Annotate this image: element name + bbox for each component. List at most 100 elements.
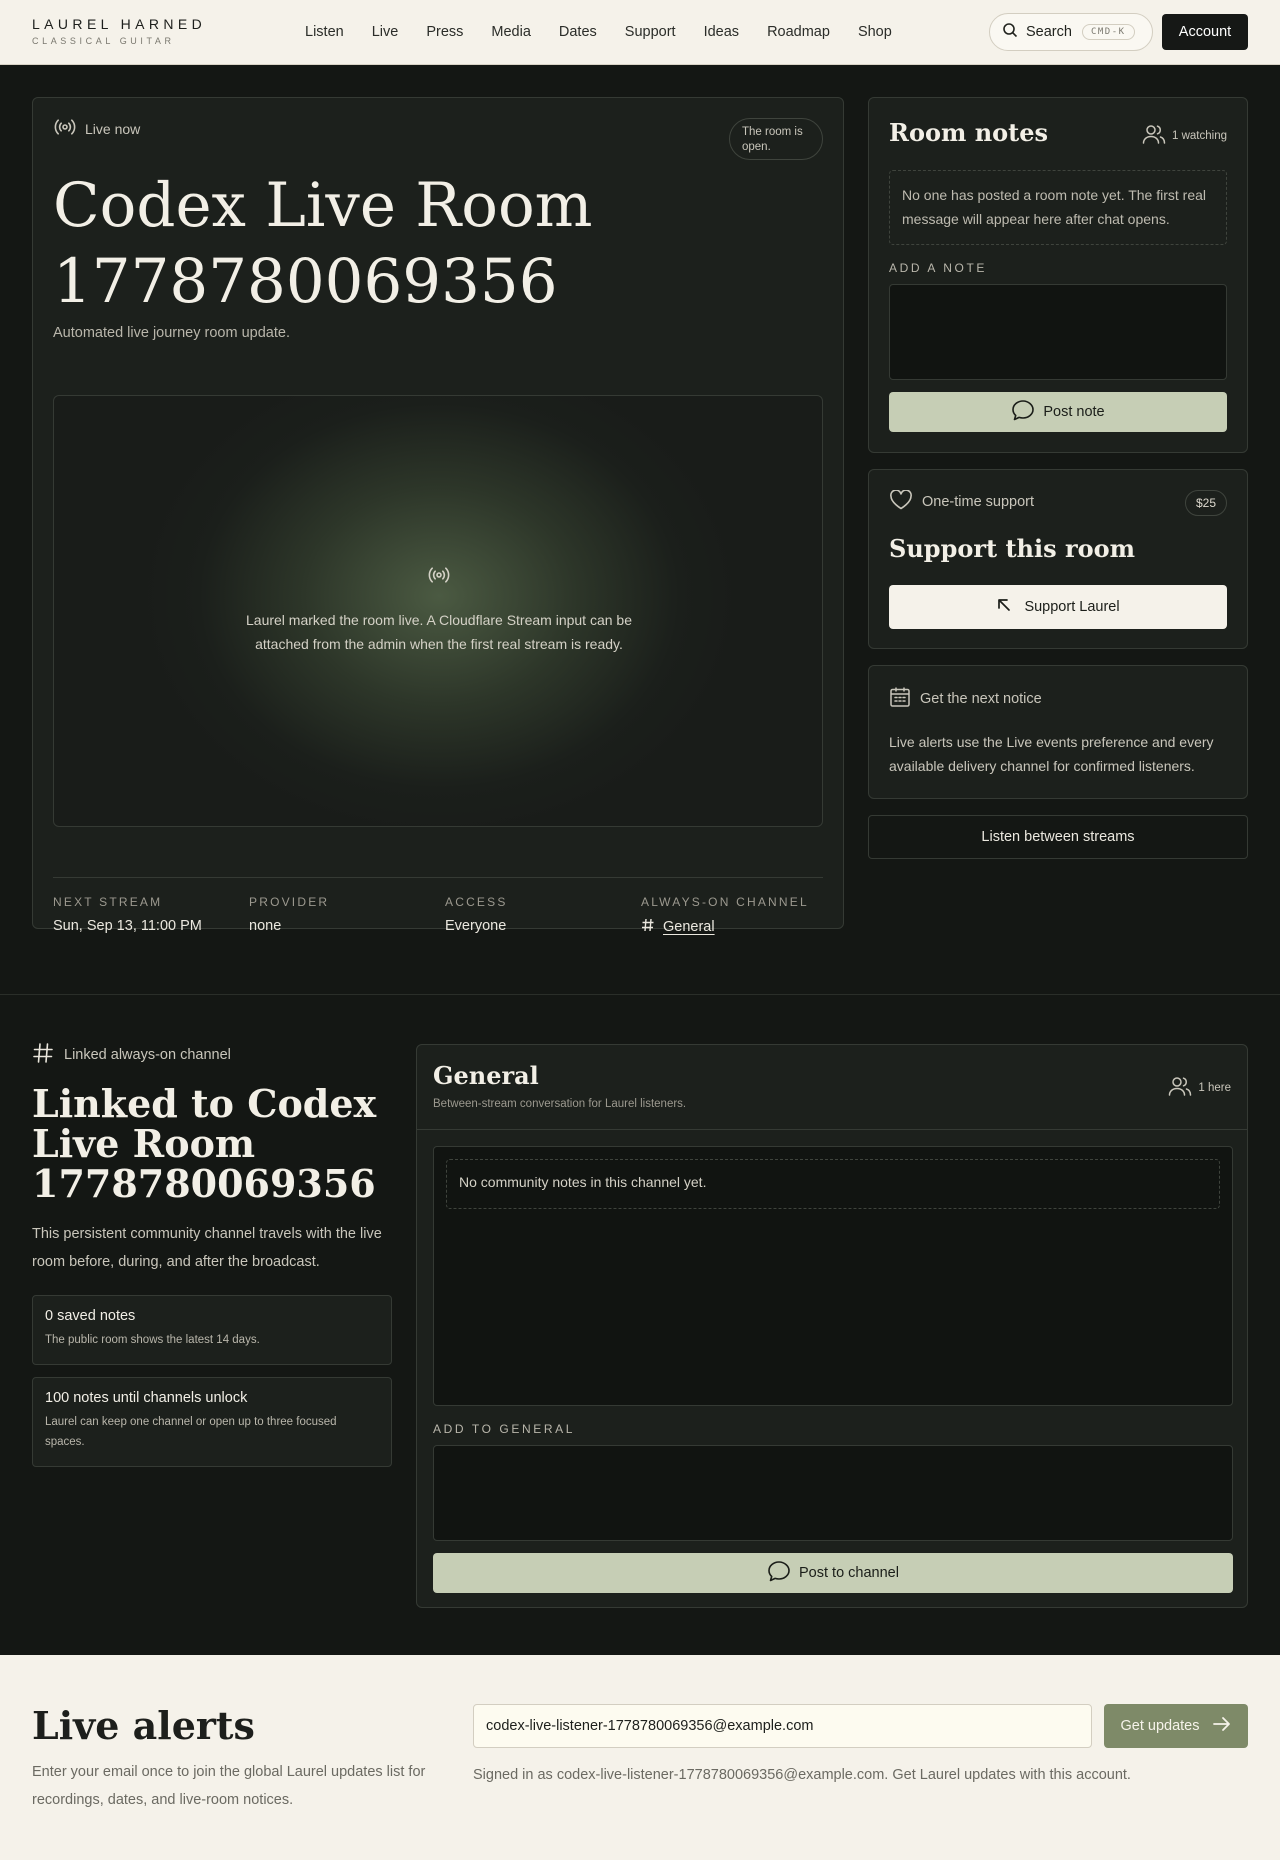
here-count: 1 here — [1168, 1075, 1231, 1100]
get-updates-label: Get updates — [1120, 1718, 1200, 1734]
brand-logo[interactable]: LAUREL HARNED CLASSICAL GUITAR — [32, 16, 206, 46]
stat-heading: 100 notes until channels unlock — [45, 1390, 248, 1406]
room-open-badge: The room is open. — [729, 118, 823, 160]
account-button[interactable]: Account — [1162, 14, 1248, 50]
channel-textarea[interactable] — [433, 1445, 1233, 1541]
support-button-label: Support Laurel — [1024, 599, 1120, 615]
watching-label: 1 watching — [1172, 129, 1227, 142]
meta-access: ACCESS Everyone — [445, 895, 508, 934]
support-amount-badge: $25 — [1184, 490, 1227, 516]
broadcast-icon — [427, 566, 451, 589]
live-room-section: Live now The room is open. Codex Live Ro… — [0, 65, 1280, 995]
support-laurel-button[interactable]: Support Laurel — [889, 585, 1227, 629]
channel-link[interactable]: General — [641, 918, 809, 936]
brand-subtitle: CLASSICAL GUITAR — [32, 36, 175, 46]
channel-header: General Between-stream conversation for … — [417, 1045, 1247, 1130]
alerts-description: Enter your email once to join the global… — [32, 1764, 426, 1808]
support-card: One-time support $25 Support this room S… — [868, 469, 1248, 649]
channel-card: General Between-stream conversation for … — [416, 1044, 1248, 1608]
post-note-button[interactable]: Post note — [889, 392, 1227, 432]
nav-press[interactable]: Press — [426, 24, 463, 40]
meta-label: ACCESS — [445, 895, 508, 909]
nav-dates[interactable]: Dates — [559, 24, 597, 40]
live-status-label: Live now — [85, 120, 141, 137]
nav-listen[interactable]: Listen — [305, 24, 344, 40]
stream-player[interactable]: Laurel marked the room live. A Cloudflar… — [53, 395, 823, 827]
hash-icon — [641, 918, 655, 936]
arrow-up-left-icon — [996, 597, 1024, 617]
channel-section: Linked always-on channel Linked to Codex… — [0, 996, 1280, 1656]
calendar-icon — [889, 686, 920, 712]
hash-icon — [32, 1042, 64, 1068]
stat-body: Laurel can keep one channel or open up t… — [45, 1416, 337, 1448]
search-label: Search — [1026, 24, 1072, 40]
room-notes-title: Room notes — [889, 118, 1049, 147]
support-tag-label: One-time support — [922, 494, 1035, 510]
heart-icon — [889, 489, 922, 514]
post-to-channel-button[interactable]: Post to channel — [433, 1553, 1233, 1593]
nav-media[interactable]: Media — [491, 24, 531, 40]
channel-description: Between-stream conversation for Laurel l… — [433, 1098, 687, 1110]
room-title: Codex Live Room 1778780069356 — [53, 170, 593, 317]
stat-heading: 0 saved notes — [45, 1308, 136, 1324]
arrow-right-icon — [1200, 1716, 1232, 1736]
chat-bubble-icon — [767, 1560, 799, 1586]
add-to-general-label: ADD TO GENERAL — [433, 1422, 575, 1436]
divider — [53, 877, 823, 878]
saved-notes-box: 0 saved notes The public room shows the … — [32, 1295, 392, 1365]
meta-value: Sun, Sep 13, 11:00 PM — [53, 918, 202, 934]
live-alerts-section: Live alerts Enter your email once to joi… — [0, 1655, 1280, 1860]
meta-provider: PROVIDER none — [249, 895, 329, 934]
next-notice-card: Get the next notice Live alerts use the … — [868, 665, 1248, 799]
meta-value: none — [249, 918, 282, 934]
support-tag: One-time support — [889, 489, 1035, 514]
main-nav: Listen Live Press Media Dates Support Id… — [305, 0, 920, 64]
channel-feed[interactable]: No community notes in this channel yet. — [433, 1146, 1233, 1406]
nav-ideas[interactable]: Ideas — [704, 24, 739, 40]
meta-label: NEXT STREAM — [53, 895, 163, 909]
users-icon — [1168, 1075, 1198, 1100]
nav-shop[interactable]: Shop — [858, 24, 892, 40]
channels-unlock-box: 100 notes until channels unlock Laurel c… — [32, 1377, 392, 1467]
nav-roadmap[interactable]: Roadmap — [767, 24, 830, 40]
listen-between-streams-button[interactable]: Listen between streams — [868, 815, 1248, 859]
meta-next-stream: NEXT STREAM Sun, Sep 13, 11:00 PM — [53, 895, 202, 934]
meta-label: PROVIDER — [249, 895, 330, 909]
empty-channel-message: No community notes in this channel yet. — [446, 1159, 1220, 1209]
search-shortcut: CMD-K — [1081, 24, 1135, 40]
site-header: LAUREL HARNED CLASSICAL GUITAR Listen Li… — [0, 0, 1280, 65]
linked-tag: Linked always-on channel — [32, 1042, 231, 1068]
notice-tag-label: Get the next notice — [920, 691, 1042, 707]
users-icon — [1142, 123, 1172, 148]
broadcast-icon — [53, 118, 85, 139]
room-notes-card: Room notes 1 watching No one has posted … — [868, 97, 1248, 453]
support-title: Support this room — [889, 534, 1136, 563]
note-textarea[interactable] — [889, 284, 1227, 380]
empty-notes-message: No one has posted a room note yet. The f… — [889, 170, 1227, 245]
channel-name: General — [433, 1061, 539, 1090]
linked-title: Linked to Codex Live Room 1778780069356 — [32, 1081, 377, 1206]
signed-in-message: Signed in as codex-live-listener-1778780… — [473, 1767, 1131, 1783]
meta-label: ALWAYS-ON CHANNEL — [641, 895, 809, 909]
brand-name: LAUREL HARNED — [32, 16, 207, 32]
linked-description: This persistent community channel travel… — [32, 1226, 382, 1270]
live-status: Live now — [53, 118, 140, 139]
live-room-card: Live now The room is open. Codex Live Ro… — [32, 97, 844, 935]
nav-support[interactable]: Support — [625, 24, 676, 40]
get-updates-button[interactable]: Get updates — [1104, 1704, 1248, 1748]
meta-channel: ALWAYS-ON CHANNEL General — [641, 895, 809, 936]
channel-link-label[interactable]: General — [663, 919, 715, 935]
linked-tag-label: Linked always-on channel — [64, 1047, 231, 1063]
watching-count: 1 watching — [1142, 123, 1227, 148]
nav-live[interactable]: Live — [372, 24, 399, 40]
chat-bubble-icon — [1011, 399, 1043, 425]
alerts-title: Live alerts — [32, 1703, 255, 1748]
notice-text: Live alerts use the Live events preferen… — [889, 734, 1214, 774]
post-note-label: Post note — [1043, 404, 1105, 420]
notice-tag: Get the next notice — [889, 686, 1042, 712]
meta-value: Everyone — [445, 918, 507, 934]
add-note-label: ADD A NOTE — [889, 261, 988, 275]
player-message: Laurel marked the room live. A Cloudflar… — [246, 612, 632, 652]
email-input[interactable]: codex-live-listener-1778780069356@exampl… — [473, 1704, 1092, 1748]
search-button[interactable]: Search CMD-K — [989, 13, 1153, 51]
